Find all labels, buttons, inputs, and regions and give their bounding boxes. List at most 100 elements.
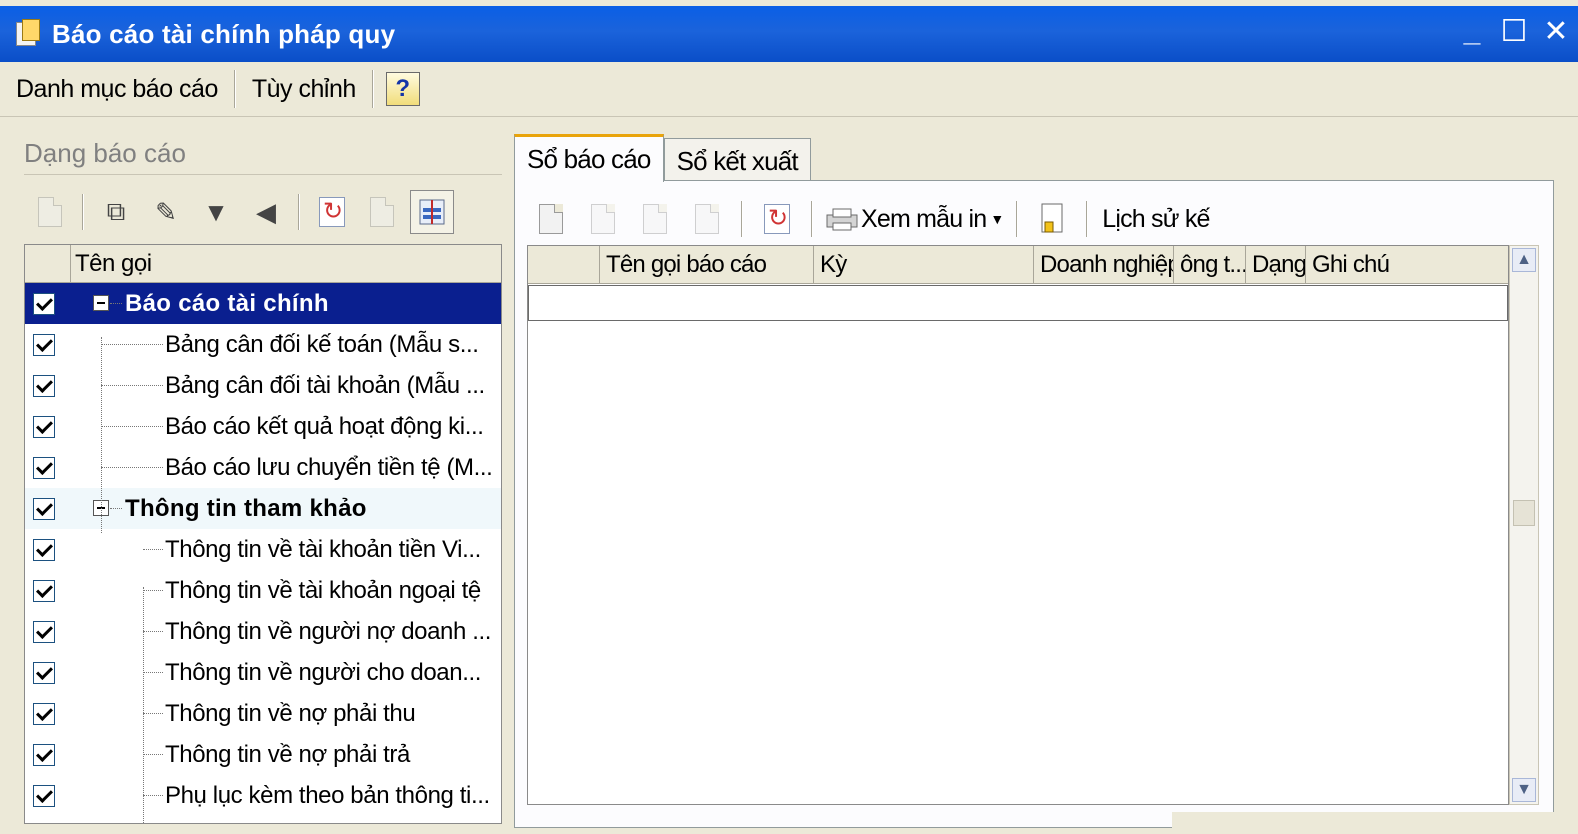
tree-item-label: Thông tin về nợ phải thu: [165, 699, 416, 727]
grid-col-truncated[interactable]: ông t...: [1174, 246, 1246, 284]
tree-item[interactable]: Thông tin về nợ phải trả: [25, 734, 501, 775]
tree-item-label: Thông tin về tài khoản tiền Vi...: [165, 535, 481, 563]
grid-col-type[interactable]: Dạng: [1246, 246, 1306, 284]
scroll-down-icon[interactable]: ▼: [1512, 778, 1536, 802]
chevron-down-icon: ▼: [990, 211, 1005, 227]
row-checkbox[interactable]: [33, 333, 55, 356]
tree-connector: [143, 672, 163, 673]
tree-group-node[interactable]: Thông tin tham khảo: [25, 488, 501, 529]
tree-item[interactable]: Thông tin về tài khoản ngoại tệ: [25, 570, 501, 611]
layout-icon[interactable]: [410, 190, 454, 234]
new-report-icon[interactable]: [529, 197, 573, 241]
row-checkbox[interactable]: [33, 497, 55, 520]
app-icon: [12, 19, 42, 49]
help-button[interactable]: ?: [385, 72, 420, 106]
printer-icon: [826, 208, 858, 231]
list-icon[interactable]: [685, 197, 729, 241]
tree-connector: [101, 344, 163, 345]
tab-report-book[interactable]: Sổ báo cáo: [514, 134, 664, 182]
row-checkbox[interactable]: [33, 784, 55, 807]
tree-item[interactable]: Bảng cân đối kế toán (Mẫu s...: [25, 324, 501, 365]
tree-item[interactable]: Bảng cân đối tài khoản (Mẫu ...: [25, 365, 501, 406]
row-checkbox[interactable]: [33, 415, 55, 438]
row-checkbox[interactable]: [33, 456, 55, 479]
menu-customize[interactable]: Tùy chỉnh: [236, 67, 372, 111]
tree-item[interactable]: Thông tin về nợ phải thu: [25, 693, 501, 734]
grid-col-note[interactable]: Ghi chú: [1306, 246, 1508, 284]
tree-item-label: Thông tin về tài khoản ngoại tệ: [165, 576, 481, 604]
row-checkbox[interactable]: [33, 538, 55, 561]
new-icon[interactable]: [28, 190, 72, 234]
menu-bar: Danh mục báo cáo Tùy chỉnh ?: [0, 62, 1578, 117]
properties-icon[interactable]: [360, 190, 404, 234]
right-toolbar: Xem mẫu in ▼ Lịch sử kế: [529, 193, 1210, 245]
tree-connector: [143, 713, 163, 714]
tree-connector: [143, 795, 163, 796]
tree-item[interactable]: Thông tin về người cho doan...: [25, 652, 501, 693]
grid-col-name[interactable]: Tên gọi báo cáo: [600, 246, 814, 284]
grid-scrollbar[interactable]: ▲ ▼: [1509, 245, 1539, 805]
grid-col-indicator[interactable]: [528, 246, 600, 284]
tab-export-book[interactable]: Sổ kết xuất: [663, 138, 811, 182]
copy-icon[interactable]: ⧉: [94, 190, 138, 234]
grid-col-enterprise[interactable]: Doanh nghiệp: [1034, 246, 1174, 284]
scroll-up-icon[interactable]: ▲: [1512, 248, 1536, 272]
tree-connector: [101, 337, 102, 533]
maximize-button[interactable]: ☐: [1500, 16, 1528, 48]
history-button[interactable]: Lịch sử kế: [1102, 205, 1210, 234]
row-checkbox[interactable]: [33, 579, 55, 602]
tree-item-label: Phụ lục kèm theo bản thông ti...: [165, 781, 490, 809]
row-checkbox[interactable]: [33, 743, 55, 766]
tree-item-label: Bảng cân đối tài khoản (Mẫu ...: [165, 371, 485, 399]
row-checkbox[interactable]: [33, 702, 55, 725]
toolbar-separator: [1016, 201, 1019, 237]
collapse-left-icon[interactable]: ◀: [244, 190, 288, 234]
tree-connector: [143, 549, 163, 550]
report-book-panel: Sổ báo cáo Sổ kết xuất Xem mẫu in ▼: [514, 124, 1578, 828]
grid-col-period[interactable]: Kỳ: [814, 246, 1034, 284]
row-checkbox[interactable]: [33, 292, 55, 315]
close-button[interactable]: ✕: [1542, 16, 1570, 48]
tree-item[interactable]: Thông tin về người nợ doanh ...: [25, 611, 501, 652]
tab-strip: Sổ báo cáo Sổ kết xuất: [514, 134, 811, 182]
title-bar[interactable]: Báo cáo tài chính pháp quy _ ☐ ✕: [0, 6, 1578, 62]
tree-item-label: Báo cáo kết quả hoạt động ki...: [165, 412, 484, 440]
minimize-button[interactable]: _: [1458, 16, 1486, 48]
toolbar-separator: [1086, 201, 1089, 237]
row-checkbox[interactable]: [33, 661, 55, 684]
toolbar-separator: [82, 194, 84, 230]
tab-body: Xem mẫu in ▼ Lịch sử kế Tên gọi báo cáo …: [514, 180, 1554, 828]
row-checkbox[interactable]: [33, 374, 55, 397]
tree-item[interactable]: Thông tin về tài khoản tiền Vi...: [25, 529, 501, 570]
tree-connector: [110, 303, 122, 304]
tree-connector: [143, 754, 163, 755]
outdent-icon[interactable]: [633, 197, 677, 241]
tree-connector: [110, 508, 122, 509]
tree-item[interactable]: Phụ lục kèm theo bản thông ti...: [25, 775, 501, 816]
toolbar-separator: [811, 201, 813, 237]
collapse-icon[interactable]: [93, 295, 109, 311]
tree-group-node[interactable]: Báo cáo tài chính: [25, 283, 501, 324]
tree-item[interactable]: Báo cáo lưu chuyển tiền tệ (M...: [25, 447, 501, 488]
tree-header: Tên gọi: [25, 245, 501, 283]
print-preview-button[interactable]: Xem mẫu in ▼: [825, 205, 1004, 234]
tree-item-label: Báo cáo lưu chuyển tiền tệ (M...: [165, 453, 493, 481]
tree-item[interactable]: Báo cáo kết quả hoạt động ki...: [25, 406, 501, 447]
tree-item-label: Thông tin về người nợ doanh ...: [165, 617, 492, 645]
indent-icon[interactable]: [581, 197, 625, 241]
scroll-thumb[interactable]: [1513, 500, 1535, 526]
refresh-icon[interactable]: [755, 197, 799, 241]
toolbar-separator: [298, 194, 300, 230]
edit-icon[interactable]: ✎: [144, 190, 188, 234]
export-icon[interactable]: [1030, 197, 1074, 241]
grid-new-row[interactable]: [528, 285, 1508, 321]
refresh-icon[interactable]: [310, 190, 354, 234]
report-type-label: Dạng báo cáo: [24, 138, 186, 168]
dropdown-arrow-icon[interactable]: ▼: [194, 190, 238, 234]
report-tree: Tên gọi Báo cáo tài chính Bảng cân đối kế…: [24, 244, 502, 824]
menu-report-list[interactable]: Danh mục báo cáo: [0, 67, 234, 111]
row-checkbox[interactable]: [33, 620, 55, 643]
divider: [24, 174, 502, 175]
tree-connector: [101, 426, 163, 427]
print-preview-label: Xem mẫu in: [861, 204, 987, 233]
